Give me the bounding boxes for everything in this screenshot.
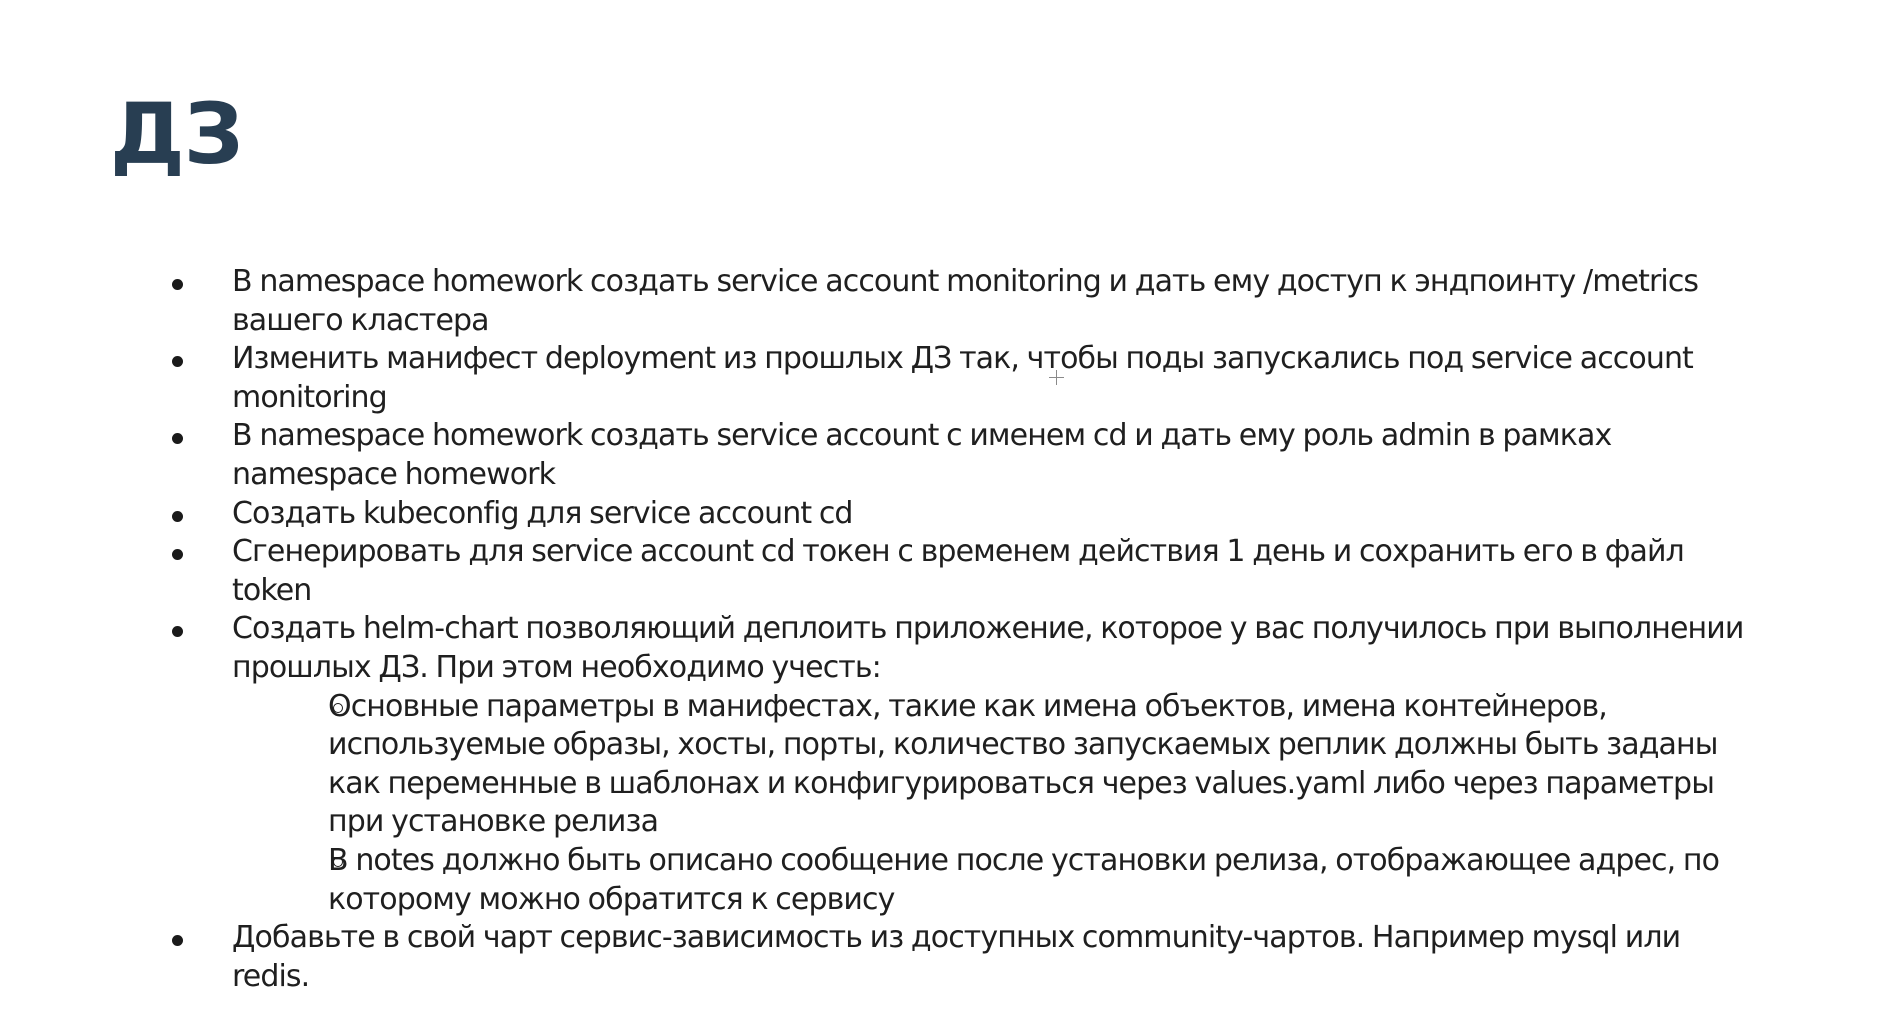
- list-item: Создать helm-chart позволяющий деплоить …: [164, 610, 1764, 919]
- bullet-icon: [168, 533, 192, 572]
- list-item-text: Создать kubeconfig для service account c…: [232, 495, 853, 531]
- hollow-bullet-icon: [232, 688, 343, 727]
- list-item-text: В namespace homework создать service acc…: [232, 264, 1699, 338]
- slide-title: ДЗ: [110, 85, 243, 183]
- bullet-icon: [168, 495, 192, 534]
- hollow-bullet-icon: [232, 842, 343, 881]
- sub-list: Основные параметры в манифестах, такие к…: [232, 688, 1764, 920]
- sub-list-item: Основные параметры в манифестах, такие к…: [232, 688, 1764, 842]
- sub-list-item: В notes должно быть описано сообщение по…: [232, 842, 1764, 919]
- list-item: В namespace homework создать service acc…: [164, 417, 1764, 494]
- sub-list-item-text: В notes должно быть описано сообщение по…: [328, 842, 1720, 917]
- list-item-text: Сгенерировать для service account cd ток…: [232, 534, 1685, 608]
- list-item-text: В namespace homework создать service acc…: [232, 418, 1612, 492]
- list-item-text: Создать helm-chart позволяющий деплоить …: [232, 611, 1744, 685]
- list-item: Изменить манифест deployment из прошлых …: [164, 340, 1764, 417]
- homework-list: В namespace homework создать service acc…: [164, 263, 1764, 996]
- bullet-icon: [168, 417, 192, 456]
- bullet-icon: [168, 919, 192, 958]
- list-item-text: Добавьте в свой чарт сервис-зависимость …: [232, 920, 1681, 994]
- slide-content: В namespace homework создать service acc…: [164, 263, 1764, 996]
- list-item: Добавьте в свой чарт сервис-зависимость …: [164, 919, 1764, 996]
- list-item-text: Изменить манифест deployment из прошлых …: [232, 341, 1694, 415]
- sub-list-item-text: Основные параметры в манифестах, такие к…: [328, 688, 1718, 840]
- list-item: Создать kubeconfig для service account c…: [164, 495, 1764, 534]
- bullet-icon: [168, 263, 192, 302]
- crosshair-cursor-icon: [1049, 370, 1064, 385]
- slide: ДЗ В namespace homework создать service …: [0, 0, 1887, 1023]
- list-item: Сгенерировать для service account cd ток…: [164, 533, 1764, 610]
- bullet-icon: [168, 610, 192, 649]
- bullet-icon: [168, 340, 192, 379]
- list-item: В namespace homework создать service acc…: [164, 263, 1764, 340]
